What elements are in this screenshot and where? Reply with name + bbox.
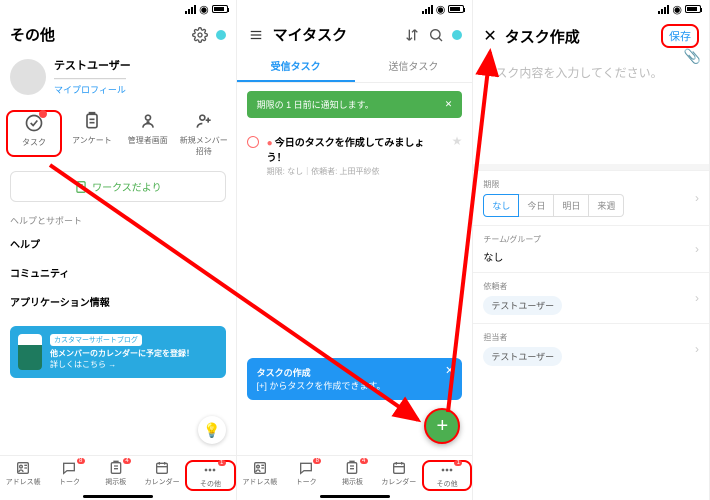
field-label: 期限 xyxy=(483,179,699,190)
community-link[interactable]: コミュニティ xyxy=(0,258,236,287)
field-label: チーム/グループ xyxy=(483,234,699,245)
banner-tag: カスタマーサポートブログ xyxy=(50,334,142,346)
banner-line2: 詳しくはこちら → xyxy=(50,359,194,370)
presence-dot xyxy=(216,30,226,40)
home-indicator xyxy=(320,495,390,498)
chip-today[interactable]: 今日 xyxy=(519,194,554,217)
icon-label: 新規メンバー 招待 xyxy=(180,136,228,156)
task-icon-button[interactable]: タスク xyxy=(6,110,62,157)
home-indicator xyxy=(83,495,153,498)
add-task-fab[interactable]: + xyxy=(424,408,460,444)
chevron-right-icon: › xyxy=(695,291,699,305)
task-title: 今日のタスクを作成してみましょう！ xyxy=(267,138,425,164)
field-value: なし xyxy=(483,249,699,264)
requester-row[interactable]: 依頼者 テストユーザー › xyxy=(473,272,709,323)
profile-sub: ———————— xyxy=(54,73,131,83)
field-label: 依頼者 xyxy=(483,281,699,292)
tab-bar: アドレス帳8トーク4掲示板カレンダー1その他 xyxy=(237,455,473,493)
tab-sent[interactable]: 送信タスク xyxy=(355,51,473,82)
screen-create-task: ◉ ✕ タスク作成 保存 タスク内容を入力してください。 📎 期限 なし 今日 … xyxy=(473,0,710,500)
tab-掲示板[interactable]: 4掲示板 xyxy=(329,460,375,491)
team-row[interactable]: チーム/グループ なし › xyxy=(473,225,709,272)
assignee-row[interactable]: 担当者 テストユーザー › xyxy=(473,323,709,374)
settings-icon[interactable] xyxy=(192,27,208,43)
placeholder-text: タスク内容を入力してください。 xyxy=(483,66,662,80)
icon-label: アンケート xyxy=(72,136,112,145)
sort-icon[interactable] xyxy=(404,27,420,43)
button-label: ワークスだより xyxy=(92,179,162,194)
close-icon[interactable]: ✕ xyxy=(445,99,453,110)
works-news-button[interactable]: ワークスだより xyxy=(10,171,226,202)
promo-banner[interactable]: カスタマーサポートブログ 他メンバーのカレンダーに予定を登録！ 詳しくはこちら … xyxy=(10,326,226,378)
app-info-link[interactable]: アプリケーション情報 xyxy=(0,287,236,316)
chevron-right-icon: › xyxy=(695,191,699,205)
tab-アドレス帳[interactable]: アドレス帳 xyxy=(237,460,283,491)
tooltip-toast: ✕ タスクの作成 [+] からタスクを作成できます。 xyxy=(247,358,463,400)
tab-カレンダー[interactable]: カレンダー xyxy=(376,460,422,491)
admin-icon-button[interactable]: 管理者画面 xyxy=(122,110,174,157)
invite-icon-button[interactable]: 新規メンバー 招待 xyxy=(178,110,230,157)
tab-トーク[interactable]: 8トーク xyxy=(283,460,329,491)
icon-label: 管理者画面 xyxy=(128,136,168,145)
profile-row[interactable]: テストユーザー ———————— マイプロフィール xyxy=(0,51,236,102)
profile-name: テストユーザー xyxy=(54,57,131,73)
chevron-right-icon: › xyxy=(695,342,699,356)
help-link[interactable]: ヘルプ xyxy=(0,229,236,258)
save-button[interactable]: 保存 xyxy=(661,24,699,48)
status-bar: ◉ xyxy=(237,0,473,18)
user-pill: テストユーザー xyxy=(483,296,562,315)
status-bar: ◉ xyxy=(473,0,709,18)
survey-icon-button[interactable]: アンケート xyxy=(66,110,118,157)
tab-アドレス帳[interactable]: アドレス帳 xyxy=(0,460,46,491)
close-icon[interactable]: ✕ xyxy=(483,26,496,46)
tooltip-title: タスクの作成 xyxy=(257,366,453,379)
tab-received[interactable]: 受信タスク xyxy=(237,51,355,82)
presence-dot xyxy=(452,30,462,40)
close-icon[interactable]: ✕ xyxy=(445,364,454,377)
field-label: 担当者 xyxy=(483,332,699,343)
chevron-right-icon: › xyxy=(695,242,699,256)
page-title: タスク作成 xyxy=(505,26,653,47)
tips-fab[interactable]: 💡 xyxy=(198,416,226,444)
profile-link[interactable]: マイプロフィール xyxy=(54,83,131,96)
deadline-row[interactable]: 期限 なし 今日 明日 来週 › xyxy=(473,170,709,225)
toast-text: 期限の 1 日前に通知します。 xyxy=(257,98,374,111)
badge-icon xyxy=(39,110,47,118)
task-meta: 期限: なし｜依頼者: 上田平紗依 xyxy=(267,166,444,177)
task-checkbox[interactable] xyxy=(247,136,259,148)
avatar xyxy=(10,59,46,95)
banner-line1: 他メンバーのカレンダーに予定を登録！ xyxy=(50,348,194,359)
task-content-input[interactable]: タスク内容を入力してください。 xyxy=(473,54,709,164)
section-label: ヘルプとサポート xyxy=(0,208,236,229)
notification-toast: 期限の 1 日前に通知します。 ✕ xyxy=(247,91,463,118)
tab-bar: アドレス帳8トーク4掲示板カレンダー1その他 xyxy=(0,455,236,493)
icon-label: タスク xyxy=(22,138,46,147)
star-icon[interactable]: ★ xyxy=(452,134,463,148)
document-icon xyxy=(74,180,88,194)
tab-トーク[interactable]: 8トーク xyxy=(46,460,92,491)
tab-掲示板[interactable]: 4掲示板 xyxy=(93,460,139,491)
tab-その他[interactable]: 1その他 xyxy=(185,460,235,491)
task-row[interactable]: ●今日のタスクを作成してみましょう！ 期限: なし｜依頼者: 上田平紗依 ★ xyxy=(237,126,473,185)
tooltip-text: [+] からタスクを作成できます。 xyxy=(257,379,453,392)
tab-カレンダー[interactable]: カレンダー xyxy=(139,460,185,491)
screen-other: ◉ その他 テストユーザー ———————— マイプロフィール タスク アンケー… xyxy=(0,0,237,500)
search-icon[interactable] xyxy=(428,27,444,43)
user-pill: テストユーザー xyxy=(483,347,562,366)
chip-nextweek[interactable]: 来週 xyxy=(589,194,624,217)
chip-tomorrow[interactable]: 明日 xyxy=(554,194,589,217)
banner-illustration xyxy=(18,334,42,370)
page-title: その他 xyxy=(10,24,184,45)
page-title: マイタスク xyxy=(273,24,397,45)
chip-none[interactable]: なし xyxy=(483,194,519,217)
menu-icon[interactable] xyxy=(247,28,265,42)
attachment-icon[interactable]: 📎 xyxy=(684,48,701,65)
tab-その他[interactable]: 1その他 xyxy=(422,460,472,491)
status-bar: ◉ xyxy=(0,0,236,18)
screen-mytask: ◉ マイタスク 受信タスク 送信タスク 期限の 1 日前に通知します。 ✕ ●今… xyxy=(237,0,474,500)
